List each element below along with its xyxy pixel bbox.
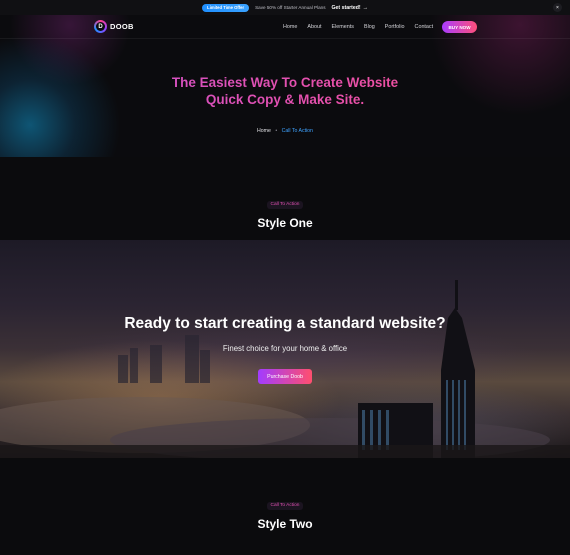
section-style-two: Call To Action Style Two xyxy=(0,493,570,531)
breadcrumb-home[interactable]: Home xyxy=(257,128,271,134)
purchase-button[interactable]: Purchase Doob xyxy=(258,369,312,384)
breadcrumb: Home • Call To Action xyxy=(0,128,570,134)
nav-item-portfolio[interactable]: Portfolio xyxy=(385,24,405,30)
promo-bar: Limited Time Offer Save 50% off Starter … xyxy=(0,0,570,15)
logo[interactable]: D DOOB xyxy=(94,20,134,33)
nav-item-home[interactable]: Home xyxy=(283,24,297,30)
site-header: D DOOB Home About Elements Blog Portfoli… xyxy=(0,15,570,39)
nav-item-about[interactable]: About xyxy=(307,24,321,30)
cta-subtitle: Finest choice for your home & office xyxy=(222,344,348,353)
buy-now-button[interactable]: BUY NOW xyxy=(442,21,477,33)
close-icon[interactable]: × xyxy=(553,3,562,12)
section-title: Style One xyxy=(257,216,313,230)
main-nav: Home About Elements Blog Portfolio Conta… xyxy=(283,24,433,30)
get-started-label: Get started! xyxy=(331,4,361,11)
section-pill: Call To Action xyxy=(266,501,304,510)
promo-badge: Limited Time Offer xyxy=(202,3,250,12)
logo-text: DOOB xyxy=(110,22,134,31)
nav-item-contact[interactable]: Contact xyxy=(415,24,434,30)
get-started-link[interactable]: Get started! → xyxy=(332,5,368,11)
hero-title-line-1: The Easiest Way To Create Website xyxy=(171,75,399,90)
cta-banner: Ready to start creating a standard websi… xyxy=(0,240,570,458)
hero-section: D DOOB Home About Elements Blog Portfoli… xyxy=(0,15,570,157)
breadcrumb-current: Call To Action xyxy=(281,128,313,134)
section-style-one: Call To Action Style One xyxy=(0,192,570,230)
promo-text: Save 50% off Starter Annual Plans xyxy=(255,5,326,10)
breadcrumb-separator: • xyxy=(275,128,278,134)
section-pill: Call To Action xyxy=(266,200,304,209)
logo-letter: D xyxy=(96,22,105,31)
arrow-right-icon: → xyxy=(362,4,368,11)
cta-title: Ready to start creating a standard websi… xyxy=(124,315,446,332)
logo-mark-icon: D xyxy=(94,20,107,33)
section-title: Style Two xyxy=(257,517,313,531)
hero-title-line-2: Quick Copy & Make Site. xyxy=(205,92,365,107)
hero-title: The Easiest Way To Create Website Quick … xyxy=(0,74,570,108)
nav-item-blog[interactable]: Blog xyxy=(364,24,375,30)
nav-item-elements[interactable]: Elements xyxy=(331,24,353,30)
